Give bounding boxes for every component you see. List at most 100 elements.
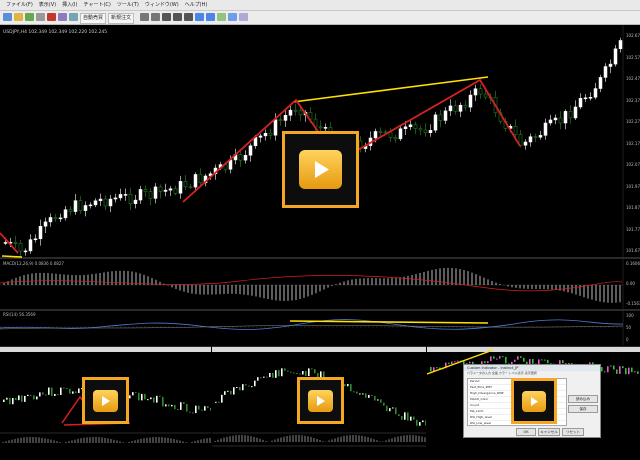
thumb-candle <box>186 403 188 412</box>
candle-body <box>373 131 378 139</box>
candle-body <box>533 136 538 138</box>
thumb-candle <box>201 409 203 411</box>
cursor-icon[interactable] <box>151 13 160 21</box>
video-play-button[interactable] <box>282 131 359 208</box>
line-chart-icon[interactable] <box>184 13 193 21</box>
video-play-button-small-3[interactable] <box>511 378 557 424</box>
resistance-line <box>292 76 489 103</box>
main-chart[interactable]: USDJPY,H4 102.349 102.349 102.220 102.24… <box>0 25 640 345</box>
candle-body <box>288 109 293 116</box>
thumb-candle <box>371 394 373 396</box>
menu-insert[interactable]: 挿入(I) <box>62 0 77 10</box>
menu-tools[interactable]: ツール(T) <box>117 0 139 10</box>
indicator-tick-label: 0 <box>626 337 629 342</box>
menu-window[interactable]: ウィンドウ(W) <box>145 0 179 10</box>
thumb-candle <box>451 361 453 364</box>
thumbnail-panel-2[interactable] <box>212 346 426 460</box>
candle-body <box>108 198 113 207</box>
play-button-icon <box>299 150 342 189</box>
thumb-candle <box>496 358 498 360</box>
candle-body <box>453 105 458 112</box>
candle-body <box>133 199 138 204</box>
thumb-candle <box>302 371 304 375</box>
thumb-candle <box>607 366 609 373</box>
thumb-candle <box>129 395 131 399</box>
menu-charts[interactable]: チャート(C) <box>84 0 111 10</box>
candle-body <box>618 40 623 50</box>
candle-body <box>438 114 443 121</box>
menu-help[interactable]: ヘルプ(H) <box>185 0 208 10</box>
thumb-candle <box>230 390 232 395</box>
thumb-candle <box>628 367 630 375</box>
new-chart-icon[interactable] <box>3 13 12 21</box>
periodicity-icon[interactable] <box>228 13 237 21</box>
candlestick-icon[interactable] <box>173 13 182 21</box>
new-order-button[interactable]: 新規注文 <box>108 13 135 24</box>
candle-body <box>323 127 328 129</box>
templates-icon[interactable] <box>239 13 248 21</box>
navigator-icon[interactable] <box>36 13 45 21</box>
thumb-candle <box>505 356 507 364</box>
thumb-candle <box>177 409 179 411</box>
thumb-candle <box>350 383 352 392</box>
candle-body <box>248 145 253 156</box>
dialog-tabs[interactable]: パラメータの入力 全般 カラー レベル表示 表示選択 <box>464 371 600 376</box>
thumb-candle <box>227 390 229 392</box>
thumb-candle <box>144 393 146 400</box>
thumb-candle <box>66 388 68 390</box>
thumb-candle <box>311 368 313 370</box>
candle-body <box>128 194 133 204</box>
candle-body <box>258 135 263 138</box>
bar-chart-icon[interactable] <box>162 13 171 21</box>
thumb-candle <box>278 370 280 377</box>
thumb-candle <box>386 405 388 412</box>
indicators-icon[interactable] <box>217 13 226 21</box>
zoom-out-icon[interactable] <box>206 13 215 21</box>
video-play-button-small-2[interactable] <box>297 377 344 424</box>
thumbnail-panel-3[interactable]: Custom Indicator - Instinct_JP パラメータの入力 … <box>427 346 640 460</box>
thumb-candle <box>132 392 134 396</box>
thumb-candle <box>18 395 20 401</box>
thumb-candle <box>457 360 459 362</box>
thumb-candle <box>523 357 525 362</box>
candle-body <box>143 189 148 192</box>
thumbnail-panel-1[interactable] <box>0 346 211 460</box>
candle-body <box>378 131 383 133</box>
thumb-candle <box>6 397 8 400</box>
candle-body <box>418 128 423 131</box>
thumb-candle <box>287 370 289 372</box>
candle-body <box>528 136 533 143</box>
market-watch-icon[interactable] <box>25 13 34 21</box>
thumb-candle <box>502 356 504 358</box>
candle-body <box>593 88 598 98</box>
auto-trade-button[interactable]: 自動売買 <box>80 13 107 24</box>
thumb-candle <box>141 393 143 401</box>
thumb-candle <box>407 412 409 421</box>
thumb-candle <box>281 368 283 377</box>
thumb-candle <box>562 360 564 364</box>
candle-body <box>93 200 98 206</box>
candle-body <box>13 242 18 244</box>
crosshair-icon[interactable] <box>140 13 149 21</box>
save-button[interactable]: 保存 <box>568 405 598 413</box>
price-tick-label: 102.475 <box>626 76 640 81</box>
load-button[interactable]: 読み込み <box>568 395 598 403</box>
thumb-candle <box>416 419 418 426</box>
video-play-button-small-1[interactable] <box>82 377 129 424</box>
menu-file[interactable]: ファイル(F) <box>6 0 33 10</box>
thumb-candle <box>45 394 47 396</box>
thumb-candle <box>138 392 140 401</box>
indicator-tick-label: 50 <box>626 325 632 330</box>
zoom-in-icon[interactable] <box>195 13 204 21</box>
terminal-icon[interactable] <box>47 13 56 21</box>
thumb-candle <box>27 394 29 396</box>
history-icon[interactable] <box>69 13 78 21</box>
ok-button[interactable]: OK <box>516 428 536 436</box>
thumb-candle <box>616 369 618 374</box>
cancel-button[interactable]: キャンセル <box>538 428 560 436</box>
open-folder-icon[interactable] <box>14 13 23 21</box>
reset-button[interactable]: リセット <box>562 428 584 436</box>
menu-view[interactable]: 表示(V) <box>39 0 56 10</box>
tester-icon[interactable] <box>58 13 67 21</box>
thumb-candle <box>436 367 438 369</box>
